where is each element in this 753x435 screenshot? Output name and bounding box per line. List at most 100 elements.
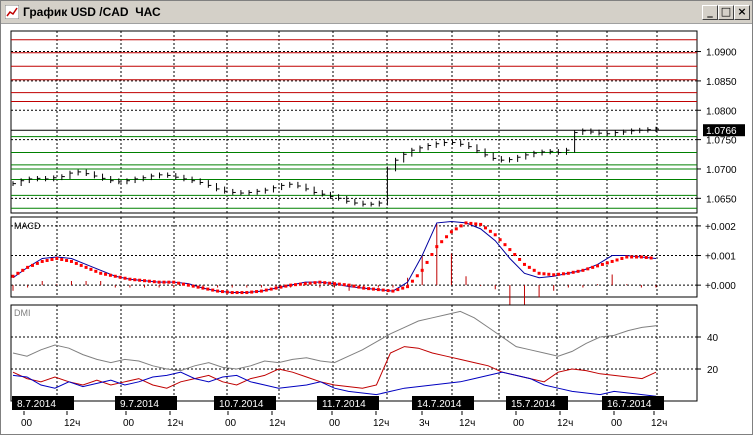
date-label: 8.7.2014 <box>17 399 56 410</box>
macd-signal-dot <box>89 267 93 271</box>
macd-signal-dot <box>362 286 366 290</box>
macd-signal-dot <box>147 279 151 283</box>
macd-signal-dot <box>157 280 161 284</box>
hour-label: 00 <box>21 418 33 429</box>
hour-label: 00 <box>513 418 525 429</box>
macd-signal-dot <box>440 240 444 244</box>
hour-label: 00 <box>611 418 623 429</box>
macd-tick-label: +0.001 <box>705 252 736 263</box>
macd-signal-dot <box>294 283 298 287</box>
macd-signal-dot <box>376 288 380 292</box>
macd-signal-dot <box>484 226 488 230</box>
dmi-panel <box>10 304 698 402</box>
macd-signal-dot <box>561 272 565 276</box>
macd-signal-dot <box>503 243 507 247</box>
date-label: 16.7.2014 <box>607 399 652 410</box>
macd-label: MACD <box>14 221 41 231</box>
macd-signal-dot <box>138 278 142 282</box>
macd-signal-dot <box>191 284 195 288</box>
macd-signal-dot <box>571 270 575 274</box>
macd-signal-dot <box>396 288 400 292</box>
macd-signal-dot <box>74 261 78 265</box>
macd-signal-dot <box>401 286 405 290</box>
hour-label: 12ч <box>167 418 183 429</box>
macd-signal-dot <box>479 222 483 226</box>
macd-signal-dot <box>181 282 185 286</box>
macd-signal-dot <box>566 271 570 275</box>
macd-signal-dot <box>454 227 458 231</box>
macd-signal-dot <box>415 274 419 278</box>
macd-signal-dot <box>104 272 108 276</box>
macd-signal-dot <box>493 233 497 237</box>
macd-signal-dot <box>133 278 137 282</box>
close-button[interactable]: × <box>734 5 750 20</box>
macd-signal-dot <box>274 286 278 290</box>
macd-signal-dot <box>45 258 49 262</box>
hour-label: 12ч <box>651 418 667 429</box>
macd-signal-dot <box>430 253 434 257</box>
macd-signal-dot <box>216 289 220 293</box>
macd-signal-dot <box>289 283 293 287</box>
macd-signal-dot <box>284 284 288 288</box>
macd-signal-dot <box>328 281 332 285</box>
hour-label: 00 <box>123 418 135 429</box>
macd-signal-dot <box>445 235 449 239</box>
macd-signal-dot <box>420 268 424 272</box>
macd-signal-dot <box>522 262 526 266</box>
macd-signal-dot <box>50 257 54 261</box>
macd-signal-dot <box>298 282 302 286</box>
macd-signal-dot <box>586 267 590 271</box>
macd-signal-dot <box>527 265 531 269</box>
macd-signal-dot <box>11 274 15 278</box>
price-tick-label: 1.0800 <box>706 106 737 117</box>
date-label: 15.7.2014 <box>511 399 556 410</box>
title-bar[interactable]: График USD /CAD ЧАС _ □ × <box>1 1 752 24</box>
macd-signal-dot <box>118 275 122 279</box>
macd-signal-dot <box>542 272 546 276</box>
macd-signal-dot <box>230 291 234 295</box>
date-label: 14.7.2014 <box>417 399 462 410</box>
macd-signal-dot <box>211 288 215 292</box>
minimize-button[interactable]: _ <box>702 5 718 20</box>
price-tick-label: 1.0650 <box>706 194 737 205</box>
macd-signal-dot <box>269 287 273 291</box>
hour-label: 00 <box>225 418 237 429</box>
macd-signal-dot <box>610 259 614 263</box>
maximize-button[interactable]: □ <box>718 5 734 20</box>
macd-signal-dot <box>391 289 395 293</box>
macd-signal-dot <box>469 221 473 225</box>
macd-signal-dot <box>201 286 205 290</box>
macd-signal-dot <box>508 248 512 252</box>
macd-signal-dot <box>79 263 83 267</box>
macd-signal-dot <box>386 289 390 293</box>
macd-signal-dot <box>259 289 263 293</box>
dmi-tick-label: 40 <box>707 333 719 344</box>
macd-signal-dot <box>162 280 166 284</box>
macd-signal-dot <box>406 285 410 289</box>
macd-axis: +0.002 +0.001 +0.000 <box>697 222 736 292</box>
macd-signal-dot <box>513 253 517 257</box>
macd-tick-label: +0.002 <box>705 222 736 233</box>
macd-signal-dot <box>498 238 502 242</box>
macd-signal-dot <box>435 245 439 249</box>
macd-signal-dot <box>167 280 171 284</box>
macd-signal-dot <box>620 256 624 260</box>
hour-label: 12ч <box>269 418 285 429</box>
hour-label: 00 <box>329 418 341 429</box>
macd-signal-dot <box>532 268 536 272</box>
hour-label: 12ч <box>459 418 475 429</box>
macd-signal-dot <box>255 290 259 294</box>
hour-label: 3ч <box>419 418 430 429</box>
macd-signal-dot <box>342 283 346 287</box>
macd-signal-dot <box>552 273 556 277</box>
macd-signal-dot <box>625 255 629 259</box>
chart-area[interactable]: 1.0650 1.0700 1.0750 1.0800 1.0850 1.0900 1.07… <box>1 23 752 434</box>
price-tick-label: 1.0900 <box>706 48 737 59</box>
macd-signal-dot <box>371 287 375 291</box>
date-label: 10.7.2014 <box>219 399 264 410</box>
price-tick-label: 1.0850 <box>706 77 737 88</box>
date-label: 9.7.2014 <box>120 399 159 410</box>
macd-signal-dot <box>537 271 541 275</box>
macd-signal-dot <box>576 269 580 273</box>
macd-signal-dot <box>581 268 585 272</box>
